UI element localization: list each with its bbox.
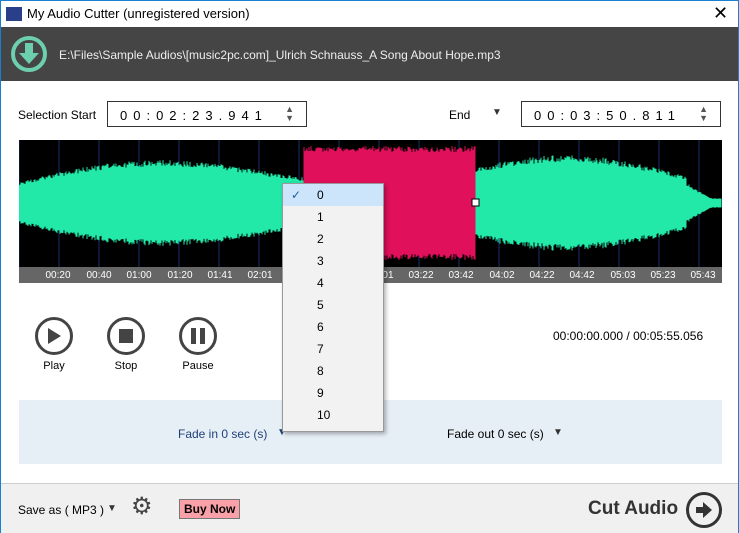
pause-label: Pause: [182, 360, 214, 372]
close-button[interactable]: ✕: [713, 3, 728, 24]
playback-position: 00:00:00.000 / 00:05:55.056: [553, 329, 704, 343]
stop-button[interactable]: Stop: [103, 317, 149, 372]
buy-now-button[interactable]: Buy Now: [179, 499, 241, 519]
timeline-label: 03:42: [448, 270, 474, 281]
timeline-label: 05:43: [690, 270, 716, 281]
timeline-label: 03:22: [408, 270, 434, 281]
gear-icon[interactable]: ⚙: [131, 495, 153, 519]
dropdown-option[interactable]: 10: [283, 404, 383, 426]
timeline-label: 01:00: [126, 270, 152, 281]
fade-out-dropdown-icon[interactable]: ▼: [553, 427, 563, 438]
timeline-label: 05:23: [650, 270, 676, 281]
dropdown-option[interactable]: 3: [283, 250, 383, 272]
save-as-dropdown-icon[interactable]: ▼: [107, 503, 117, 514]
dropdown-option[interactable]: 4: [283, 272, 383, 294]
dropdown-option[interactable]: 2: [283, 228, 383, 250]
dropdown-option[interactable]: 1: [283, 206, 383, 228]
file-header: E:\Files\Sample Audios\[music2pc.com]_Ul…: [1, 27, 738, 81]
bottom-bar: Save as ( MP3 ) ▼ ⚙ Buy Now Cut Audio: [1, 483, 738, 533]
timeline-label: 02:01: [247, 270, 273, 281]
spinner-icon[interactable]: ▲ ▼: [699, 105, 714, 123]
dropdown-option[interactable]: 9: [283, 382, 383, 404]
timeline-label: 01:20: [167, 270, 193, 281]
save-as-select[interactable]: Save as ( MP3 ): [18, 503, 104, 517]
play-label: Play: [43, 360, 65, 372]
play-button[interactable]: Play: [31, 317, 77, 372]
dropdown-option[interactable]: 5: [283, 294, 383, 316]
arrow-right-icon[interactable]: [686, 492, 722, 528]
selection-start-input[interactable]: 00:02:23.941 ▲ ▼: [107, 101, 307, 127]
file-path: E:\Files\Sample Audios\[music2pc.com]_Ul…: [59, 48, 501, 62]
play-icon: [35, 317, 73, 355]
stop-icon: [107, 317, 145, 355]
timeline-label: 01:41: [207, 270, 233, 281]
pause-button[interactable]: Pause: [175, 317, 221, 372]
dropdown-option[interactable]: ✓ 0: [283, 184, 383, 206]
cut-audio-button[interactable]: Cut Audio: [588, 498, 678, 520]
dropdown-option[interactable]: 8: [283, 360, 383, 382]
timeline-label: 04:22: [529, 270, 555, 281]
timeline-label: 04:02: [489, 270, 515, 281]
fade-in-select[interactable]: Fade in 0 sec (s): [178, 427, 267, 441]
timeline-label: 00:20: [45, 270, 71, 281]
stop-label: Stop: [114, 360, 138, 372]
end-mode-dropdown-icon[interactable]: ▼: [492, 107, 502, 118]
open-file-icon[interactable]: [11, 36, 47, 72]
title-bar: My Audio Cutter (unregistered version) ✕: [1, 1, 738, 27]
window-title: My Audio Cutter (unregistered version): [27, 6, 250, 21]
fade-out-select[interactable]: Fade out 0 sec (s): [447, 427, 544, 441]
fade-in-dropdown-list: ✓ 0 1 2 3 4 5 6 7 8 9 10: [282, 183, 384, 432]
end-label: End: [449, 108, 471, 122]
timeline-label: 04:42: [569, 270, 595, 281]
spinner-icon[interactable]: ▲ ▼: [285, 105, 300, 123]
selection-handle[interactable]: [471, 198, 480, 207]
selection-end-value: 00:03:50.811: [534, 108, 681, 123]
selection-start-value: 00:02:23.941: [120, 108, 268, 123]
pause-icon: [179, 317, 217, 355]
check-icon: ✓: [291, 188, 302, 202]
dropdown-option[interactable]: 6: [283, 316, 383, 338]
dropdown-option[interactable]: 7: [283, 338, 383, 360]
selection-start-label: Selection Start: [18, 108, 97, 122]
timeline-label: 00:40: [86, 270, 112, 281]
selection-end-input[interactable]: 00:03:50.811 ▲ ▼: [521, 101, 721, 127]
timeline-label: 05:03: [610, 270, 636, 281]
app-icon: [6, 7, 22, 21]
